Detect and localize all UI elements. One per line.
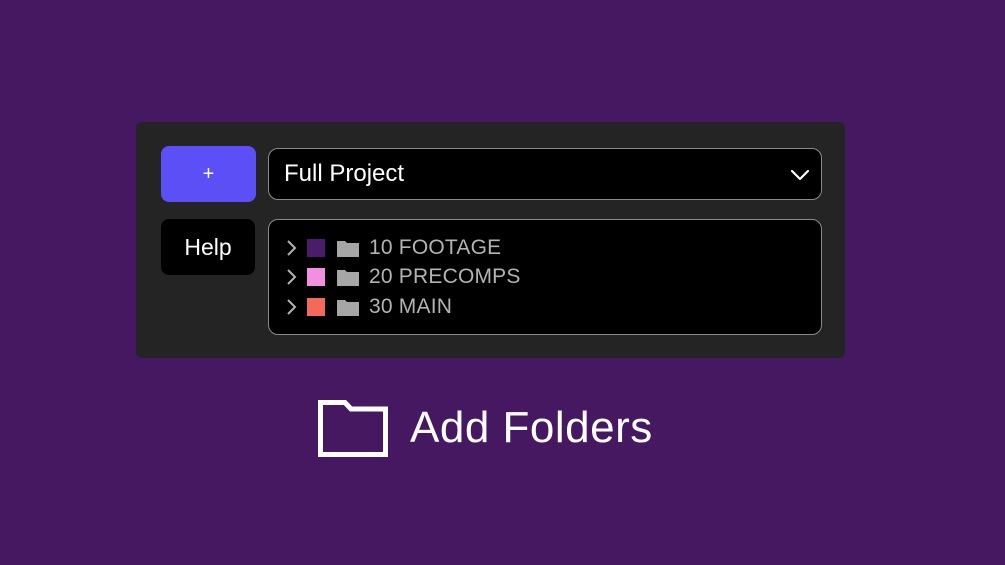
help-button-label: Help — [184, 233, 232, 260]
add-button-label: + — [202, 162, 215, 185]
tree-item-footage[interactable]: 10 FOOTAGE — [269, 233, 821, 263]
tree-item-precomps[interactable]: 20 PRECOMPS — [269, 263, 821, 293]
folder-icon — [337, 298, 359, 316]
tree-item-label: 20 PRECOMPS — [369, 265, 521, 289]
add-button[interactable]: + — [161, 146, 256, 202]
headline-title: Add Folders — [410, 403, 653, 452]
tree-item-main[interactable]: 30 MAIN — [269, 292, 821, 322]
folder-outline-icon — [318, 399, 388, 457]
project-scope-dropdown[interactable]: Full Project — [268, 148, 822, 200]
tree-item-label: 10 FOOTAGE — [369, 235, 502, 259]
tree-item-label: 30 MAIN — [369, 294, 453, 318]
dropdown-selected-value: Full Project — [284, 160, 405, 187]
headline: Add Folders — [318, 398, 653, 458]
color-swatch — [307, 297, 325, 316]
color-swatch — [307, 268, 325, 287]
color-swatch — [307, 238, 325, 257]
chevron-down-icon — [790, 169, 810, 181]
expand-arrow-icon[interactable] — [285, 268, 299, 286]
expand-arrow-icon[interactable] — [285, 298, 299, 316]
folder-panel: + Help Full Project 10 FOOTAGE 20 PRECOM… — [136, 122, 845, 358]
expand-arrow-icon[interactable] — [285, 239, 299, 257]
folder-icon — [337, 268, 359, 287]
help-button[interactable]: Help — [161, 219, 255, 275]
folder-tree: 10 FOOTAGE 20 PRECOMPS 30 MAIN — [268, 219, 822, 335]
folder-icon — [337, 239, 359, 257]
